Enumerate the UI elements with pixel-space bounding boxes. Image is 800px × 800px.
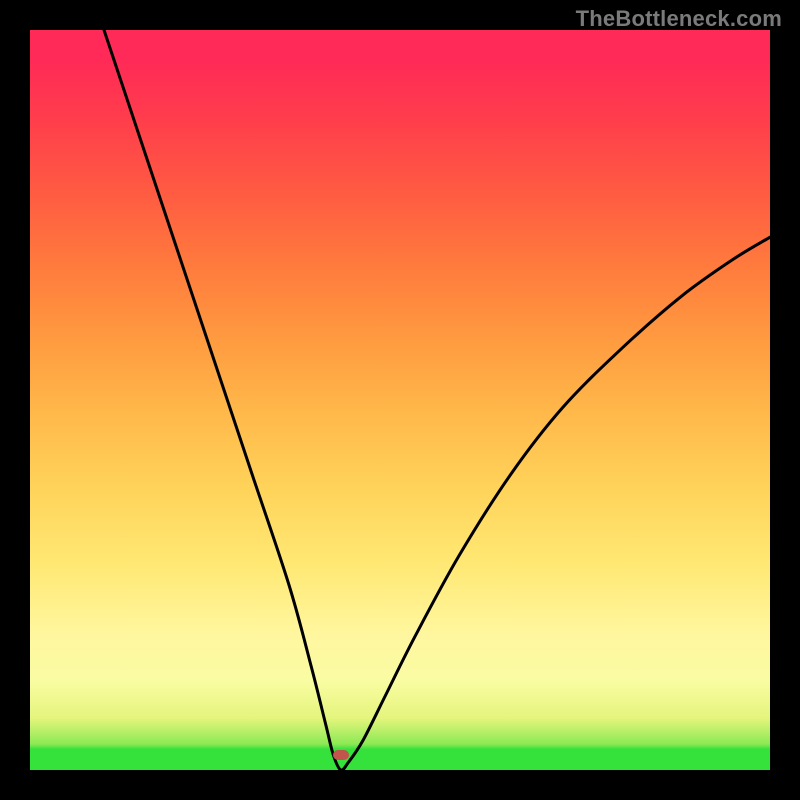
minimum-marker [333,750,349,760]
chart-frame: TheBottleneck.com [0,0,800,800]
plot-area [30,30,770,770]
watermark-text: TheBottleneck.com [576,6,782,32]
bottleneck-curve-path [104,30,770,770]
curve-svg [30,30,770,770]
